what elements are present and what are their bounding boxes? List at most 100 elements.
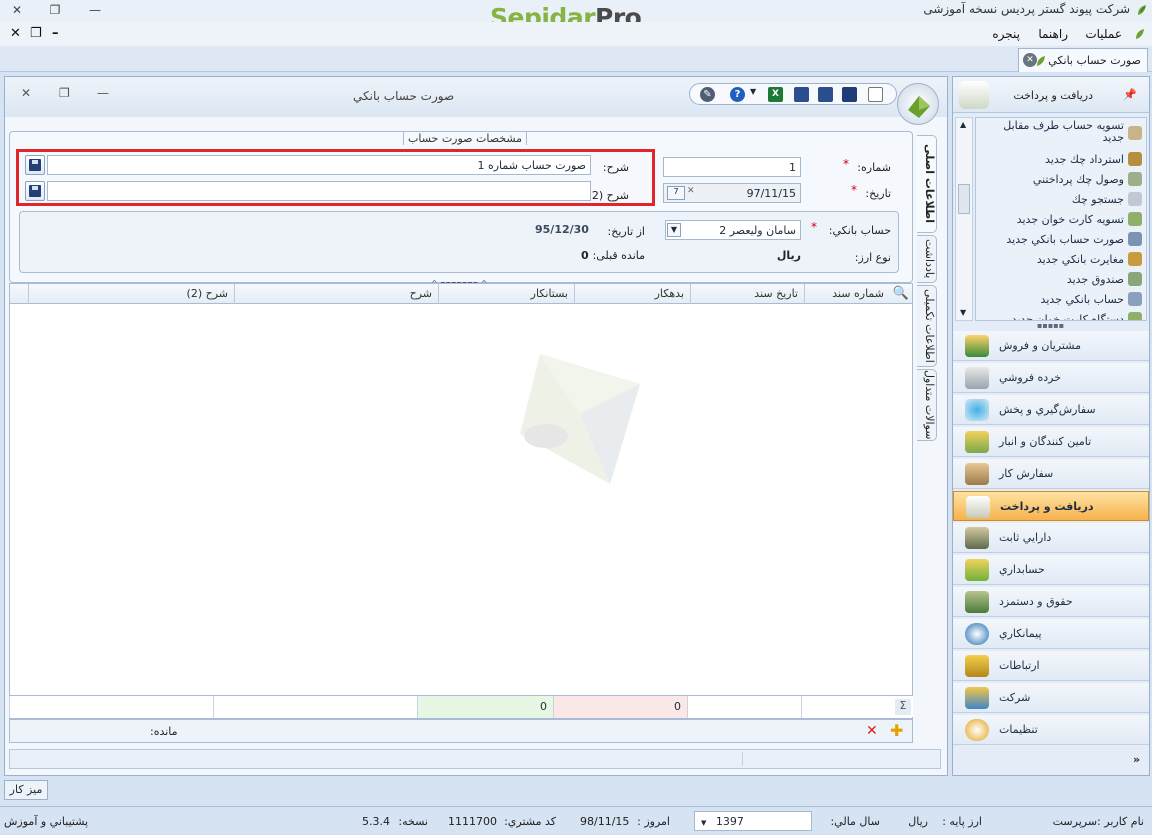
desktop-button[interactable]: ميز كار — [4, 780, 48, 800]
module-receipt-payment[interactable]: دريافت و پرداخت — [953, 491, 1149, 521]
menu-window[interactable]: پنجره — [992, 27, 1020, 41]
number-field[interactable]: 1 — [663, 157, 801, 177]
cart-icon — [965, 367, 989, 389]
module-label: ارتباطات — [999, 659, 1040, 672]
calendar-icon[interactable]: 7 — [667, 186, 685, 200]
tab-faq[interactable]: سوالات متداول — [917, 369, 937, 441]
menu-help[interactable]: راهنما — [1038, 27, 1068, 41]
handshake-icon — [965, 623, 989, 645]
search-icon[interactable]: 🔍 — [892, 286, 910, 302]
card-device-icon — [1128, 312, 1142, 320]
task-item[interactable]: جستجو چك — [1072, 193, 1124, 206]
window-close-icon[interactable]: ✕ — [21, 86, 31, 100]
expand-panel-icon[interactable]: » — [1133, 753, 1140, 766]
tab-extra-info[interactable]: اطلاعات تكميلی — [917, 285, 937, 367]
signal-icon — [965, 655, 989, 677]
module-label: مشتريان و فروش — [999, 339, 1081, 352]
currency-label: نوع ارز: — [854, 251, 891, 264]
menu-operations[interactable]: عملیات — [1085, 27, 1122, 41]
window-restore-icon[interactable]: ❐ — [59, 86, 70, 100]
module-contracting[interactable]: پيمانكاري — [953, 619, 1149, 649]
module-fixed-assets[interactable]: دارايي ثابت — [953, 523, 1149, 553]
module-retail[interactable]: خرده فروشي — [953, 363, 1149, 393]
pin-icon[interactable]: 📌 — [1123, 88, 1137, 101]
tools-icon[interactable]: ✎ — [700, 87, 715, 102]
module-label: دارايي ثابت — [999, 531, 1052, 544]
version-value: 5.3.4 — [362, 815, 390, 828]
module-accounting[interactable]: حسابداري — [953, 555, 1149, 585]
module-ordering[interactable]: سفارش‌گيري و پخش — [953, 395, 1149, 425]
module-label: پيمانكاري — [999, 627, 1042, 640]
balance-label: مانده: — [150, 725, 178, 738]
new-document-icon[interactable] — [868, 87, 883, 102]
bank-account-label: حساب بانكي: — [828, 224, 891, 237]
module-work-order[interactable]: سفارش كار — [953, 459, 1149, 489]
module-settings[interactable]: تنظيمات — [953, 715, 1149, 745]
task-item[interactable]: تسويه حساب طرف مقابل جديد — [984, 120, 1124, 144]
bank-account-icon — [1128, 292, 1142, 306]
scroll-down-icon[interactable]: ▼ — [960, 308, 966, 317]
gear-icon — [965, 719, 989, 741]
support-link[interactable]: پشتيباني و آموزش — [4, 815, 88, 828]
excel-icon[interactable]: X — [768, 87, 783, 102]
module-company[interactable]: شركت — [953, 683, 1149, 713]
total-number-cell — [801, 696, 893, 718]
save-new-icon[interactable] — [818, 87, 833, 102]
col-doc-date[interactable]: تاريخ سند — [690, 284, 804, 304]
customer-code-value: 1111700 — [448, 815, 497, 828]
panel-splitter[interactable]: ▪▪▪▪▪ — [1037, 321, 1064, 330]
tab-bank-statement[interactable]: صورت حساب بانكي ✕ — [1018, 48, 1148, 72]
module-label: سفارش كار — [999, 467, 1054, 480]
watermark-logo — [520, 354, 640, 484]
module-communications[interactable]: ارتباطات — [953, 651, 1149, 681]
bank-account-select[interactable]: سامان وليعصر 2 — [665, 220, 801, 240]
tab-main-info[interactable]: اطلاعات اصلی — [917, 135, 937, 233]
col-desc[interactable]: شرح — [234, 284, 438, 304]
scroll-up-icon[interactable]: ▲ — [960, 120, 966, 129]
task-item[interactable]: مغايرت بانكي جديد — [1037, 253, 1124, 266]
fiscal-year-value: 1397 — [715, 815, 744, 828]
task-item[interactable]: استرداد چك جديد — [1045, 153, 1124, 166]
task-item[interactable]: صندوق جديد — [1067, 273, 1124, 286]
scroll-thumb[interactable] — [958, 184, 970, 214]
task-item[interactable]: وصول چك پرداختني — [1033, 173, 1124, 186]
window-minimize-icon[interactable]: — — [97, 86, 109, 100]
restore-icon[interactable]: ❐ — [46, 2, 64, 18]
module-label: شركت — [999, 691, 1031, 704]
delete-row-icon[interactable]: ✕ — [866, 723, 878, 739]
tab-close-icon[interactable]: ✕ — [1023, 53, 1037, 67]
col-doc-number[interactable]: شماره سند — [804, 284, 890, 304]
module-suppliers-inventory[interactable]: تامين كنندگان و انبار — [953, 427, 1149, 457]
task-item[interactable]: تسويه كارت خوان جديد — [1017, 213, 1124, 226]
help-icon[interactable]: ? — [730, 87, 745, 102]
window-status-line — [9, 749, 941, 769]
minimize-icon[interactable]: — — [86, 2, 104, 18]
close-child-icon[interactable]: ✕ — [10, 26, 21, 41]
toolbar: ✎ ? ▼ X — [689, 83, 897, 105]
module-customers-sales[interactable]: مشتريان و فروش — [953, 331, 1149, 361]
tab-notes[interactable]: يادداشت — [917, 235, 937, 283]
col-debit[interactable]: بدهكار — [574, 284, 690, 304]
module-payroll[interactable]: حقوق و دستمزد — [953, 587, 1149, 617]
panel-scrollbar[interactable]: ▲ ▼ — [955, 117, 973, 321]
document-tab-strip: صورت حساب بانكي ✕ — [0, 46, 1152, 72]
col-credit[interactable]: بستانكار — [438, 284, 574, 304]
save-icon[interactable] — [842, 87, 857, 102]
chevron-down-icon[interactable]: ▼ — [667, 223, 681, 237]
close-icon[interactable]: ✕ — [8, 2, 26, 18]
help-dropdown-icon[interactable]: ▼ — [750, 87, 756, 96]
module-label: دريافت و پرداخت — [1000, 500, 1094, 513]
cash-stack-icon — [965, 591, 989, 613]
restore-child-icon[interactable]: ❐ — [30, 26, 42, 41]
task-item[interactable]: حساب بانكي جديد — [1041, 293, 1124, 306]
clear-date-icon[interactable]: ✕ — [687, 186, 699, 200]
navigation-panel: 📌 دریافت و پرداخت ▲ ▼ تسويه حساب طرف مقا… — [952, 76, 1150, 776]
task-item[interactable]: صورت حساب بانكي جديد — [1006, 233, 1124, 246]
minimize-child-icon[interactable]: – — [52, 26, 59, 41]
task-item[interactable]: دستگاه كارت خوان جديد — [1012, 313, 1124, 320]
col-desc2[interactable]: شرح (2) — [28, 284, 234, 304]
add-row-icon[interactable]: ✚ — [890, 721, 903, 740]
fiscal-year-select[interactable]: ▼ 1397 — [694, 811, 812, 831]
save-close-icon[interactable] — [794, 87, 809, 102]
search-check-icon — [1128, 192, 1142, 206]
